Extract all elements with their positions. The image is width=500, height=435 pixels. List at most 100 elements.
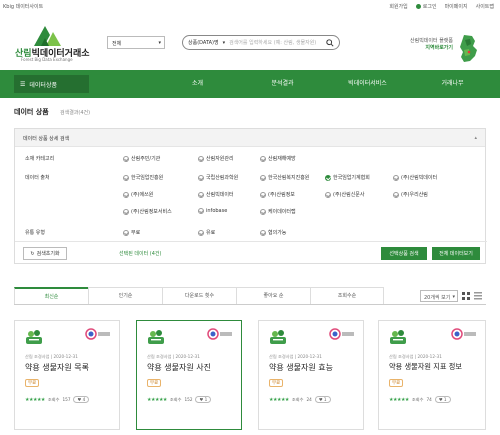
filter-option[interactable]: 한국산림복지진흥원 [260, 174, 309, 181]
sitemap-link[interactable]: 사이트맵 [476, 3, 494, 10]
nav-item-analysis[interactable]: 분석결과 [240, 70, 325, 98]
search-selected-button[interactable]: 선택상품 검색 [381, 247, 427, 260]
filter-option[interactable]: infobase [198, 208, 227, 214]
filter-option[interactable]: 협의가능 [260, 229, 286, 236]
signup-link[interactable]: 회원가입 [389, 3, 407, 10]
filter-option[interactable]: 유료 [198, 229, 215, 236]
product-card[interactable]: 산림 조경사업 | 2020-12-31 약용 생물자원 목록 무료 ★★★★★… [14, 320, 120, 430]
refresh-icon: ↻ [30, 250, 35, 257]
category-select[interactable]: 전체 ▾ [107, 36, 165, 49]
views-label: 조회수 [169, 396, 182, 402]
filter-option[interactable]: (주)우리산림 [393, 191, 428, 198]
checkbox-icon [198, 229, 204, 236]
region-link: 지역바로가기 [425, 45, 453, 51]
fee-badge: 무료 [147, 379, 162, 387]
filter-option[interactable]: (주)에쓰원 [123, 191, 153, 198]
per-page-select[interactable]: 20개씩 보기 ▾ [420, 290, 458, 302]
tab-views[interactable]: 조회수순 [310, 287, 384, 304]
card-meta: ★★★★★ 조회수 24 ♥ 1 [269, 396, 331, 403]
site-tagline: Kbig 데이터사이트 [3, 4, 44, 10]
product-data-icon [270, 330, 286, 344]
product-card[interactable]: 산림 조경사업 | 2020-12-31 약용 생물자원 효능 무료 ★★★★★… [258, 320, 364, 430]
login-link[interactable]: 로그인 [415, 3, 437, 10]
like-button[interactable]: ♥ 1 [195, 396, 212, 403]
filter-option[interactable]: 한국임업진흥원 [123, 174, 163, 181]
views-count: 74 [426, 397, 432, 402]
region-title: 산림빅데이터 플랫폼 [410, 38, 453, 44]
product-card[interactable]: 산림 조경사업 | 2020-12-31 약용 생물자원 지표 정보 무료 ★★… [378, 320, 486, 430]
tab-latest[interactable]: 최신순 [14, 287, 88, 304]
chevron-up-icon[interactable]: ▴ [474, 135, 477, 141]
checkbox-icon [123, 208, 129, 215]
views-count: 24 [306, 397, 312, 402]
filter-label: 유통 유형 [25, 230, 45, 236]
checkbox-icon [325, 191, 331, 198]
filter-option[interactable]: 산림자원관리 [198, 155, 234, 162]
like-button[interactable]: ♥ 1 [314, 396, 331, 403]
certification-badge-icon [451, 328, 476, 340]
site-logo[interactable]: 산림빅데이터거래소 Forest Big Data Exchange [12, 24, 102, 64]
like-button[interactable]: ♥ 4 [73, 396, 90, 403]
menu-icon: ☰ [20, 80, 26, 88]
tab-downloads[interactable]: 다운로드 횟수 [162, 287, 236, 304]
filter-label: 소재 카테고리 [25, 156, 55, 162]
product-card[interactable]: 산림 조경사업 | 2020-12-31 약용 생물자원 사진 무료 ★★★★★… [136, 320, 242, 430]
top-utility-bar: Kbig 데이터사이트 회원가입 로그인 마이페이지 사이트맵 [0, 0, 500, 14]
filter-option[interactable]: 케이데이터랩 [260, 208, 296, 215]
filter-option[interactable]: 산림빅데이터 [198, 191, 234, 198]
checkbox-icon [123, 229, 129, 236]
card-title[interactable]: 약용 생물자원 목록 [25, 362, 89, 373]
checkbox-icon [198, 174, 204, 181]
card-title[interactable]: 약용 생물자원 효능 [269, 362, 333, 373]
filter-option[interactable]: 국립산림과학원 [198, 174, 238, 181]
certification-badge-icon [85, 328, 110, 340]
search-input[interactable]: 검색어를 입력하세요 (예: 산림, 생물자원) [229, 39, 322, 46]
filter-option[interactable]: (주)산림신문사 [325, 191, 365, 198]
rating-stars-icon: ★★★★★ [269, 396, 289, 403]
region-shortcut[interactable]: 산림빅데이터 플랫폼 지역바로가기 [398, 34, 488, 64]
search-icon[interactable] [326, 38, 334, 47]
filter-option[interactable]: 무료 [123, 229, 140, 236]
reset-button[interactable]: ↻ 검색초기화 [23, 247, 67, 260]
checkbox-icon [198, 191, 204, 198]
filter-panel-header[interactable]: 데이터 상품 상세 검색 ▴ [15, 129, 485, 147]
nav-item-intro[interactable]: 소개 [155, 70, 240, 98]
card-title[interactable]: 약용 생물자원 지표 정보 [389, 362, 462, 372]
like-button[interactable]: ♥ 1 [434, 396, 451, 403]
tab-likes[interactable]: 좋아요 순 [236, 287, 310, 304]
chevron-down-icon: ▾ [158, 40, 161, 46]
filter-option[interactable]: (주)산림빅데이터 [393, 174, 437, 181]
search-category[interactable]: 상품(DATA)명 [188, 39, 219, 46]
checkbox-icon [393, 191, 399, 198]
nav-item-bigdata-service[interactable]: 빅데이터서비스 [325, 70, 410, 98]
mypage-link[interactable]: 마이페이지 [445, 3, 468, 10]
nav-item-trade[interactable]: 거래나무 [410, 70, 495, 98]
nav-home-menu[interactable]: ☰ 데이터상품 [14, 75, 89, 93]
tab-popular[interactable]: 인기순 [88, 287, 162, 304]
checkbox-icon [260, 191, 266, 198]
fee-badge: 무료 [25, 379, 40, 387]
list-view-icon[interactable] [474, 292, 482, 300]
filter-option[interactable]: (주)산림정보 [260, 191, 295, 198]
filter-label: 데이터 출처 [25, 175, 50, 181]
view-all-button[interactable]: 전체 데이터보기 [432, 247, 480, 260]
utility-links: 회원가입 로그인 마이페이지 사이트맵 [389, 3, 494, 10]
grid-view-icon[interactable] [462, 292, 470, 300]
filter-option[interactable]: 산림주민/기관 [123, 155, 160, 162]
filter-option[interactable]: (주)산림정보서비스 [123, 208, 172, 215]
selected-info: 선택된 데이터 (4건) [119, 251, 162, 257]
filter-option[interactable]: 산림재해예방 [260, 155, 296, 162]
result-count: 검색결과(4건) [60, 110, 91, 116]
search-bar[interactable]: 상품(DATA)명 ▾ 검색어를 입력하세요 (예: 산림, 생물자원) [182, 35, 340, 50]
product-data-icon [390, 330, 406, 344]
card-title[interactable]: 약용 생물자원 사진 [147, 362, 211, 373]
views-count: 157 [62, 397, 71, 402]
filter-option-selected[interactable]: 한국임업기계협회 [325, 174, 370, 181]
login-icon [415, 4, 421, 9]
logo-mountain-icon [34, 26, 61, 46]
card-provider: 산림 조경사업 | 2020-12-31 [147, 354, 200, 359]
logo-subtext: Forest Big Data Exchange [21, 57, 73, 62]
korea-map-icon [460, 35, 477, 62]
site-header: 산림빅데이터거래소 Forest Big Data Exchange 전체 ▾ … [0, 14, 500, 70]
category-select-value: 전체 [112, 41, 122, 47]
